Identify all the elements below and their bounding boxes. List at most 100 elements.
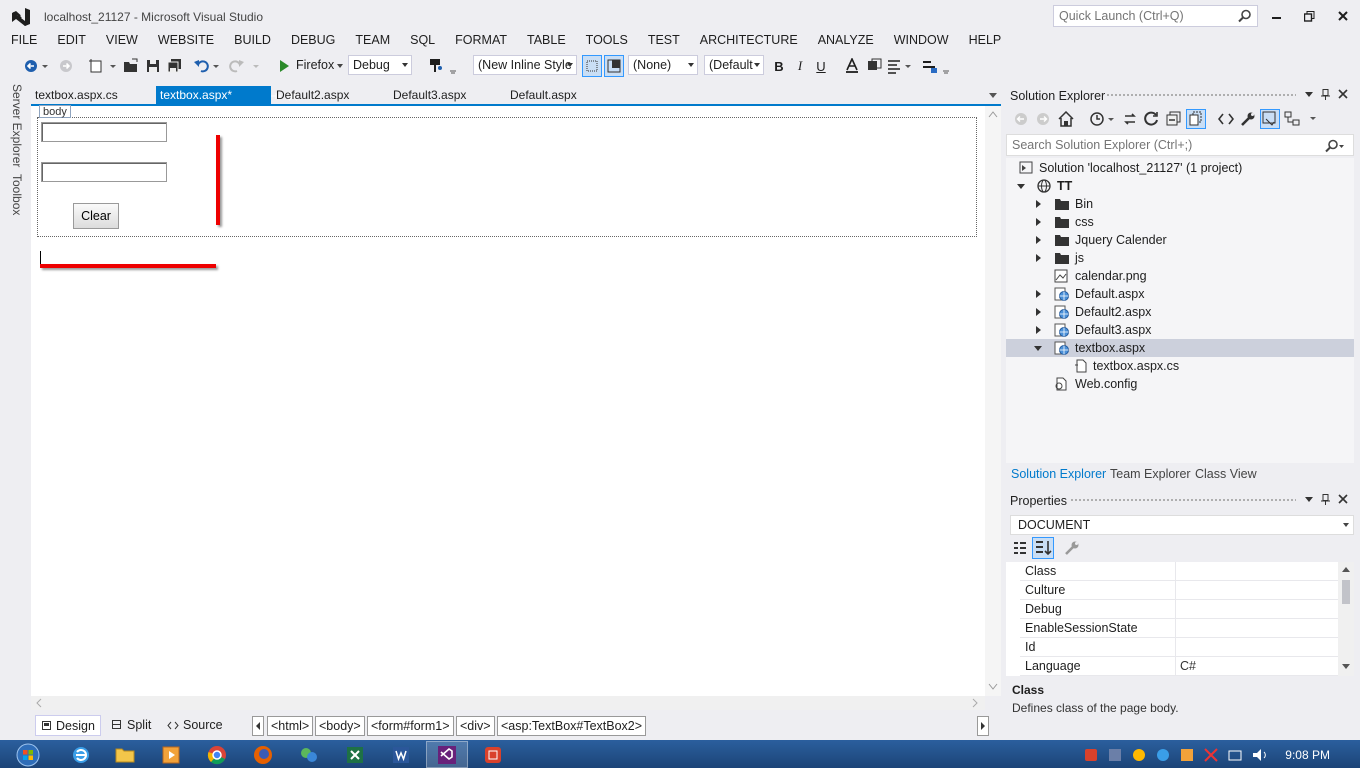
save-icon[interactable] [142, 55, 164, 77]
open-file-icon[interactable] [120, 55, 142, 77]
menu-view[interactable]: VIEW [94, 32, 146, 52]
property-row[interactable]: Class [1020, 562, 1338, 581]
expand-icon[interactable] [1036, 200, 1041, 208]
chrome-icon[interactable] [196, 741, 238, 768]
toolbox-tab[interactable]: Toolbox [10, 174, 24, 215]
back-icon[interactable] [20, 55, 50, 77]
italic-button[interactable]: I [791, 55, 809, 77]
pin-icon[interactable] [1321, 494, 1331, 506]
property-row[interactable]: Debug [1020, 600, 1338, 619]
property-value[interactable] [1175, 581, 1338, 599]
align-icon[interactable] [886, 55, 914, 77]
home-icon[interactable] [1058, 111, 1074, 127]
designer-vertical-scrollbar[interactable] [985, 106, 1001, 696]
breadcrumb-left-button[interactable] [252, 716, 264, 736]
tree-item-default2-aspx[interactable]: Default2.aspx [1006, 303, 1354, 321]
show-all-files-icon[interactable] [1186, 109, 1206, 129]
breadcrumb-form[interactable]: <form#form1> [367, 716, 454, 736]
menu-window[interactable]: WINDOW [882, 32, 957, 52]
property-value[interactable] [1175, 619, 1338, 637]
redo-icon[interactable] [228, 55, 262, 77]
source-view-button[interactable]: Source [163, 715, 233, 736]
sync-icon[interactable] [1122, 111, 1138, 127]
expand-icon[interactable] [1036, 290, 1041, 298]
style-target-dropdown[interactable]: (New Inline Style [473, 55, 577, 75]
view-code-icon[interactable] [1218, 111, 1234, 127]
expand-icon[interactable] [1036, 254, 1041, 262]
textbox-1[interactable] [41, 122, 167, 142]
property-row[interactable]: EnableSessionState [1020, 619, 1338, 638]
menu-build[interactable]: BUILD [222, 32, 279, 52]
undo-icon[interactable] [192, 55, 222, 77]
tree-item-textbox-aspx-cs[interactable]: textbox.aspx.cs [1006, 357, 1354, 375]
solution-search-input[interactable] [1007, 135, 1307, 155]
forward-icon[interactable] [1036, 112, 1050, 126]
clear-button[interactable]: Clear [73, 203, 119, 229]
tab-textbox-aspx-cs[interactable]: textbox.aspx.cs [31, 86, 155, 105]
menu-team[interactable]: TEAM [343, 32, 398, 52]
property-grid-scrollbar[interactable] [1338, 562, 1354, 676]
property-pages-wrench-icon[interactable] [1064, 540, 1080, 556]
designer-horizontal-scrollbar[interactable] [31, 696, 985, 710]
bullets-icon[interactable] [920, 55, 954, 77]
menu-tools[interactable]: TOOLS [574, 32, 636, 52]
close-panel-icon[interactable] [1338, 494, 1348, 504]
close-window-button[interactable] [1332, 6, 1354, 26]
absolute-position-icon[interactable] [582, 55, 602, 77]
solution-configuration-dropdown[interactable]: Debug [348, 55, 412, 75]
tree-item-js[interactable]: js [1006, 249, 1354, 267]
panel-menu-icon[interactable] [1304, 496, 1314, 504]
tree-project-tt[interactable]: TT [1006, 177, 1354, 195]
menu-analyze[interactable]: ANALYZE [806, 32, 882, 52]
file-explorer-icon[interactable] [104, 741, 146, 768]
expand-icon[interactable] [1036, 236, 1041, 244]
menu-sql[interactable]: SQL [398, 32, 443, 52]
tree-item-default3-aspx[interactable]: Default3.aspx [1006, 321, 1354, 339]
css-class-dropdown[interactable]: (None) [628, 55, 698, 75]
expand-icon[interactable] [1036, 326, 1041, 334]
font-name-dropdown[interactable]: (Default [704, 55, 764, 75]
bold-button[interactable]: B [770, 55, 788, 77]
start-button-icon[interactable] [4, 741, 52, 768]
menu-help[interactable]: HELP [957, 32, 1010, 52]
close-panel-icon[interactable] [1338, 89, 1348, 99]
property-row[interactable]: Language C# [1020, 657, 1338, 676]
format-painter-icon[interactable] [426, 55, 458, 77]
collapse-all-icon[interactable] [1166, 111, 1182, 127]
panel-menu-icon[interactable] [1304, 91, 1314, 99]
tree-item-bin[interactable]: Bin [1006, 195, 1354, 213]
tree-item-calendar-png[interactable]: calendar.png [1006, 267, 1354, 285]
breadcrumb-div[interactable]: <div> [456, 716, 495, 736]
internet-explorer-icon[interactable] [60, 741, 102, 768]
tree-item-jquery-calender[interactable]: Jquery Calender [1006, 231, 1354, 249]
tab-overflow-icon[interactable] [988, 92, 998, 100]
messenger-icon[interactable] [288, 741, 330, 768]
tab-default-aspx[interactable]: Default.aspx [506, 86, 622, 105]
property-row[interactable]: Id [1020, 638, 1338, 657]
background-color-icon[interactable] [864, 55, 884, 77]
design-view-button[interactable]: Design [35, 715, 101, 736]
properties-object-selector[interactable]: DOCUMENT [1010, 515, 1354, 535]
tab-solution-explorer[interactable]: Solution Explorer [1011, 467, 1106, 481]
expand-icon[interactable] [1017, 184, 1025, 189]
back-icon[interactable] [1014, 112, 1028, 126]
expand-icon[interactable] [1034, 346, 1042, 351]
refresh-icon[interactable] [1144, 111, 1160, 127]
menu-file[interactable]: FILE [0, 32, 45, 52]
breadcrumb-right-button[interactable] [977, 716, 989, 736]
save-all-icon[interactable] [164, 55, 186, 77]
breadcrumb-html[interactable]: <html> [267, 716, 314, 736]
solution-search-box[interactable] [1006, 134, 1354, 156]
breadcrumb-textbox[interactable]: <asp:TextBox#TextBox2> [497, 716, 647, 736]
preview-selected-icon[interactable] [1260, 109, 1280, 129]
menu-edit[interactable]: EDIT [45, 32, 93, 52]
menu-test[interactable]: TEST [636, 32, 688, 52]
font-color-icon[interactable] [842, 55, 862, 77]
menu-architecture[interactable]: ARCHITECTURE [688, 32, 806, 52]
excel-icon[interactable] [334, 741, 376, 768]
categorized-icon[interactable] [1012, 540, 1028, 556]
tab-default2-aspx[interactable]: Default2.aspx [272, 86, 388, 105]
app-red-icon[interactable] [472, 741, 514, 768]
word-icon[interactable] [380, 741, 422, 768]
property-value[interactable] [1175, 600, 1338, 618]
